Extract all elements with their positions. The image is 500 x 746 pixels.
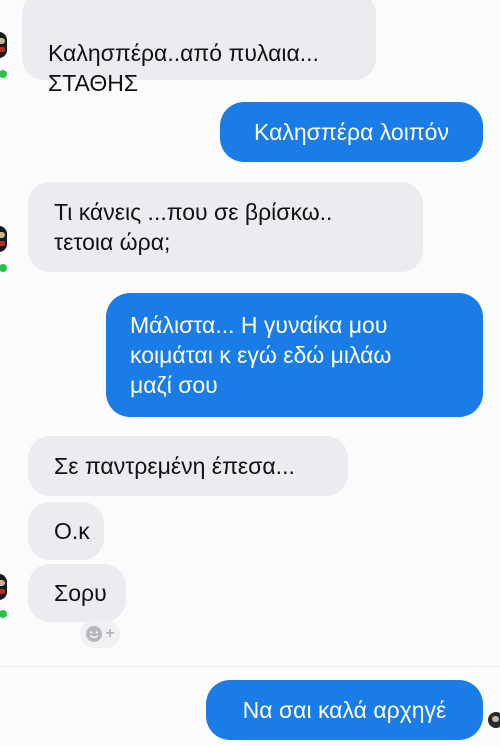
contact-avatar[interactable] — [0, 226, 7, 252]
smiley-add-icon — [86, 626, 103, 642]
message-text: Να σαι καλά αρχηγέ — [242, 697, 447, 723]
add-reaction-button[interactable]: + — [80, 620, 120, 648]
plus-icon: + — [105, 625, 115, 642]
divider — [0, 666, 500, 667]
outgoing-message[interactable]: Να σαι καλά αρχηγέ — [206, 680, 483, 740]
contact-avatar[interactable] — [0, 574, 7, 600]
incoming-message[interactable]: Σε παντρεμένη έπεσα... — [28, 436, 348, 496]
online-status-dot — [0, 68, 9, 80]
outgoing-message[interactable]: Μάλιστα... Η γυναίκα μου κοιμάται κ εγώ … — [106, 293, 483, 417]
message-text: Καλησπέρα λοιπόν — [254, 119, 449, 145]
message-text: Τι κάνεις ...που σε βρίσκω.. τετοια ώρα; — [54, 199, 333, 255]
incoming-message[interactable]: Ο.κ — [28, 502, 104, 560]
message-text: Μάλιστα... Η γυναίκα μου κοιμάται κ εγώ … — [130, 312, 392, 398]
incoming-message[interactable]: Καλησπέρα..από πυλαια... ΣΤΑΘΗΣ — [22, 0, 376, 96]
message-text: Σορυ — [54, 580, 107, 606]
outgoing-message[interactable]: Καλησπέρα λοιπόν — [220, 102, 483, 162]
message-text: Σε παντρεμένη έπεσα... — [54, 453, 295, 479]
contact-avatar[interactable] — [0, 32, 7, 58]
online-status-dot — [0, 262, 9, 274]
message-text: Ο.κ — [54, 518, 90, 544]
online-status-dot — [0, 608, 9, 620]
read-receipt-avatar — [488, 712, 500, 728]
message-text: Καλησπέρα..από πυλαια... ΣΤΑΘΗΣ — [48, 40, 319, 96]
incoming-message[interactable]: Τι κάνεις ...που σε βρίσκω.. τετοια ώρα; — [28, 182, 423, 272]
incoming-message[interactable]: Σορυ — [28, 564, 126, 622]
